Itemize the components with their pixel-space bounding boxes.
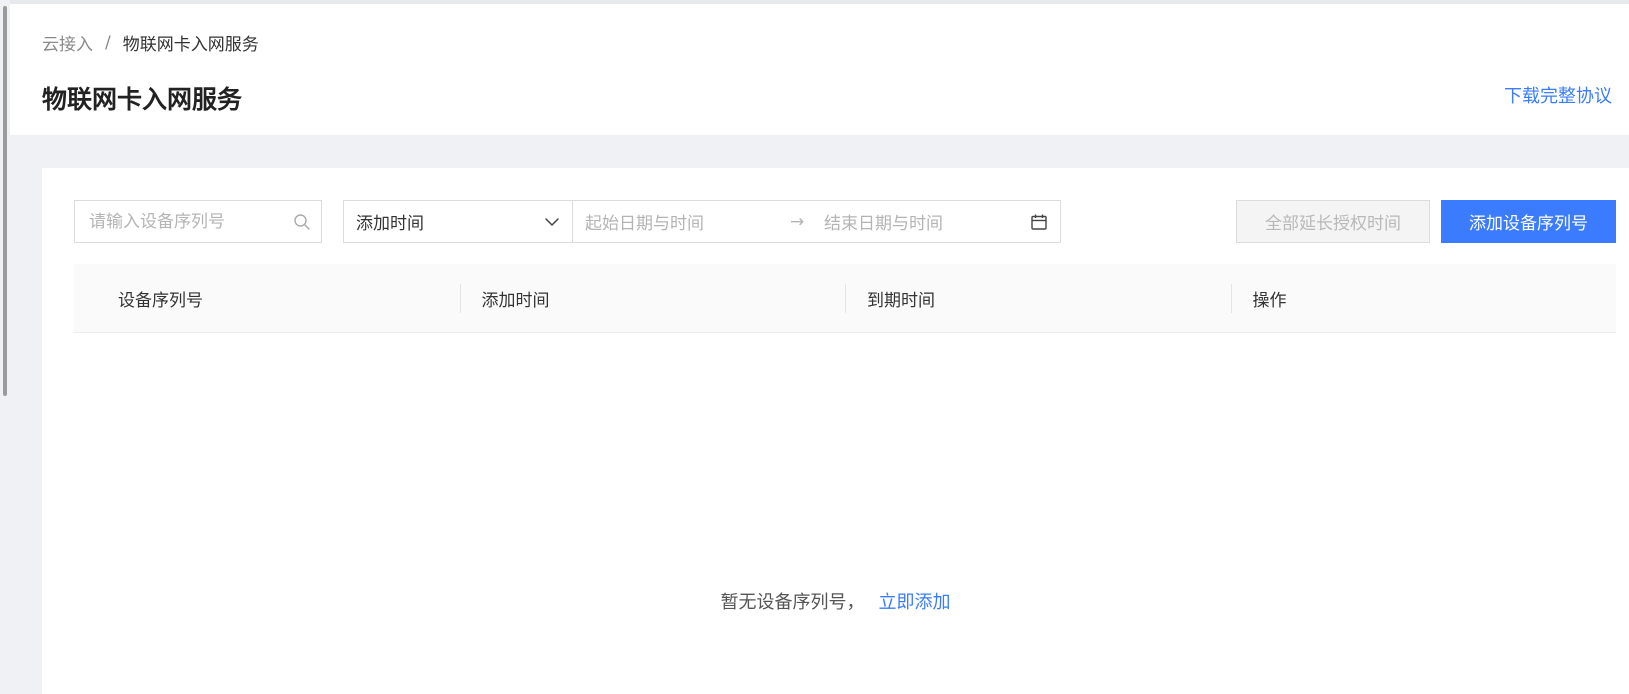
add-device-serial-button[interactable]: 添加设备序列号 xyxy=(1441,200,1616,243)
breadcrumb-current: 物联网卡入网服务 xyxy=(122,35,259,55)
breadcrumb-separator: / xyxy=(105,32,111,53)
column-header-expiry-time: 到期时间 xyxy=(845,264,1231,332)
table-header: 设备序列号 添加时间 到期时间 操作 xyxy=(74,264,1616,333)
time-type-select[interactable]: 添加时间 xyxy=(344,201,573,242)
empty-state: 暂无设备序列号， 立即添加 xyxy=(42,588,1629,614)
empty-state-text: 暂无设备序列号， xyxy=(720,592,865,613)
date-range-picker[interactable]: 起始日期与时间 → 结束日期与时间 xyxy=(573,201,1060,242)
page-title: 物联网卡入网服务 xyxy=(42,85,243,114)
time-type-select-value: 添加时间 xyxy=(356,214,424,234)
breadcrumb-parent-link[interactable]: 云接入 xyxy=(42,30,93,55)
page-header: 云接入 / 物联网卡入网服务 物联网卡入网服务 下载完整协议 xyxy=(10,4,1629,135)
extend-all-authorization-button[interactable]: 全部延长授权时间 xyxy=(1236,200,1430,243)
column-header-added-time: 添加时间 xyxy=(459,264,846,332)
chevron-down-icon xyxy=(544,214,560,230)
range-arrow-icon: → xyxy=(790,211,805,232)
search-box[interactable] xyxy=(74,200,322,243)
scrollbar-thumb[interactable] xyxy=(3,6,7,396)
breadcrumb: 云接入 / 物联网卡入网服务 xyxy=(42,30,259,56)
content-card: 添加时间 起始日期与时间 → 结束日期与时间 全部延长授权时间 添加设备序列号 xyxy=(42,168,1629,694)
column-header-actions: 操作 xyxy=(1230,264,1617,332)
time-filter-group: 添加时间 起始日期与时间 → 结束日期与时间 xyxy=(343,200,1061,243)
end-date-input[interactable]: 结束日期与时间 xyxy=(824,209,1030,234)
scrollbar-track[interactable] xyxy=(0,0,10,694)
add-now-link[interactable]: 立即添加 xyxy=(879,588,951,614)
search-icon[interactable] xyxy=(293,213,311,231)
column-header-serial: 设备序列号 xyxy=(118,290,203,311)
start-date-input[interactable]: 起始日期与时间 xyxy=(585,209,790,234)
download-agreement-link[interactable]: 下载完整协议 xyxy=(1504,82,1612,108)
calendar-icon[interactable] xyxy=(1030,213,1048,231)
search-input[interactable] xyxy=(87,210,293,233)
